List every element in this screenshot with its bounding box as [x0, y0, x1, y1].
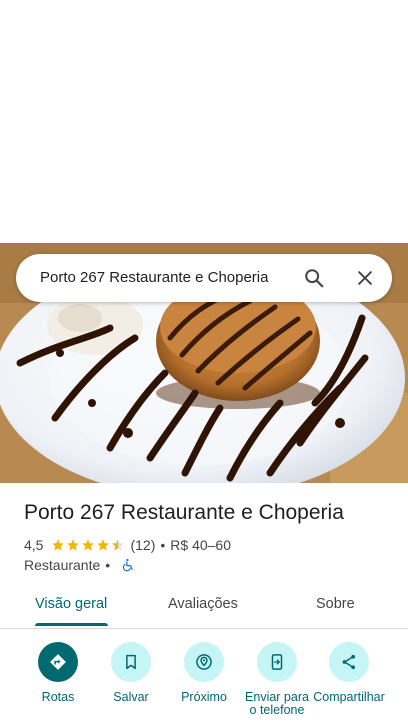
action-label: Próximo: [181, 690, 227, 704]
rating-value: 4,5: [24, 537, 44, 553]
star-icon: [82, 539, 95, 551]
price-range: R$ 40–60: [170, 537, 231, 553]
directions-icon: [38, 642, 78, 682]
share-icon: [329, 642, 369, 682]
tab-about[interactable]: Sobre: [316, 596, 355, 612]
action-buttons: Rotas Salvar Próximo Enviar para o telef…: [0, 642, 408, 726]
save-button[interactable]: Salvar: [91, 642, 171, 704]
place-title: Porto 267 Restaurante e Choperia: [24, 501, 344, 524]
action-label: Salvar: [113, 690, 149, 704]
place-category: Restaurante: [24, 557, 101, 573]
bookmark-icon: [111, 642, 151, 682]
star-icon: [52, 539, 65, 551]
search-icon[interactable]: [300, 264, 328, 292]
send-to-phone-icon: [257, 642, 297, 682]
search-input[interactable]: Porto 267 Restaurante e Choperia: [40, 269, 268, 286]
share-button[interactable]: Compartilhar: [309, 642, 389, 704]
star-rating: [51, 538, 126, 552]
active-tab-indicator: [35, 623, 108, 626]
star-icon: [97, 539, 110, 551]
action-label: Enviar para o telefone: [245, 690, 309, 717]
send-to-phone-button[interactable]: Enviar para o telefone: [237, 642, 317, 717]
separator-dot: •: [160, 537, 166, 553]
search-bar[interactable]: Porto 267 Restaurante e Choperia: [16, 254, 392, 302]
tab-reviews[interactable]: Avaliações: [168, 596, 238, 612]
half-star-icon: [112, 539, 125, 551]
star-icon: [67, 539, 80, 551]
nearby-button[interactable]: Próximo: [164, 642, 244, 704]
map-area: [0, 0, 408, 243]
category-row: Restaurante •: [24, 557, 135, 573]
nearby-icon: [184, 642, 224, 682]
separator-dot: •: [105, 557, 111, 573]
tab-bar: Visão geral Avaliações Sobre: [0, 584, 408, 629]
tab-overview[interactable]: Visão geral: [35, 596, 107, 612]
action-label: Rotas: [41, 690, 75, 704]
close-icon[interactable]: [351, 264, 379, 292]
wheelchair-accessible-icon: [121, 558, 135, 572]
action-label: Compartilhar: [313, 690, 385, 704]
directions-button[interactable]: Rotas: [18, 642, 98, 704]
rating-row[interactable]: 4,5 (12) • R$ 40–60: [24, 537, 231, 553]
review-count[interactable]: (12): [130, 537, 155, 553]
